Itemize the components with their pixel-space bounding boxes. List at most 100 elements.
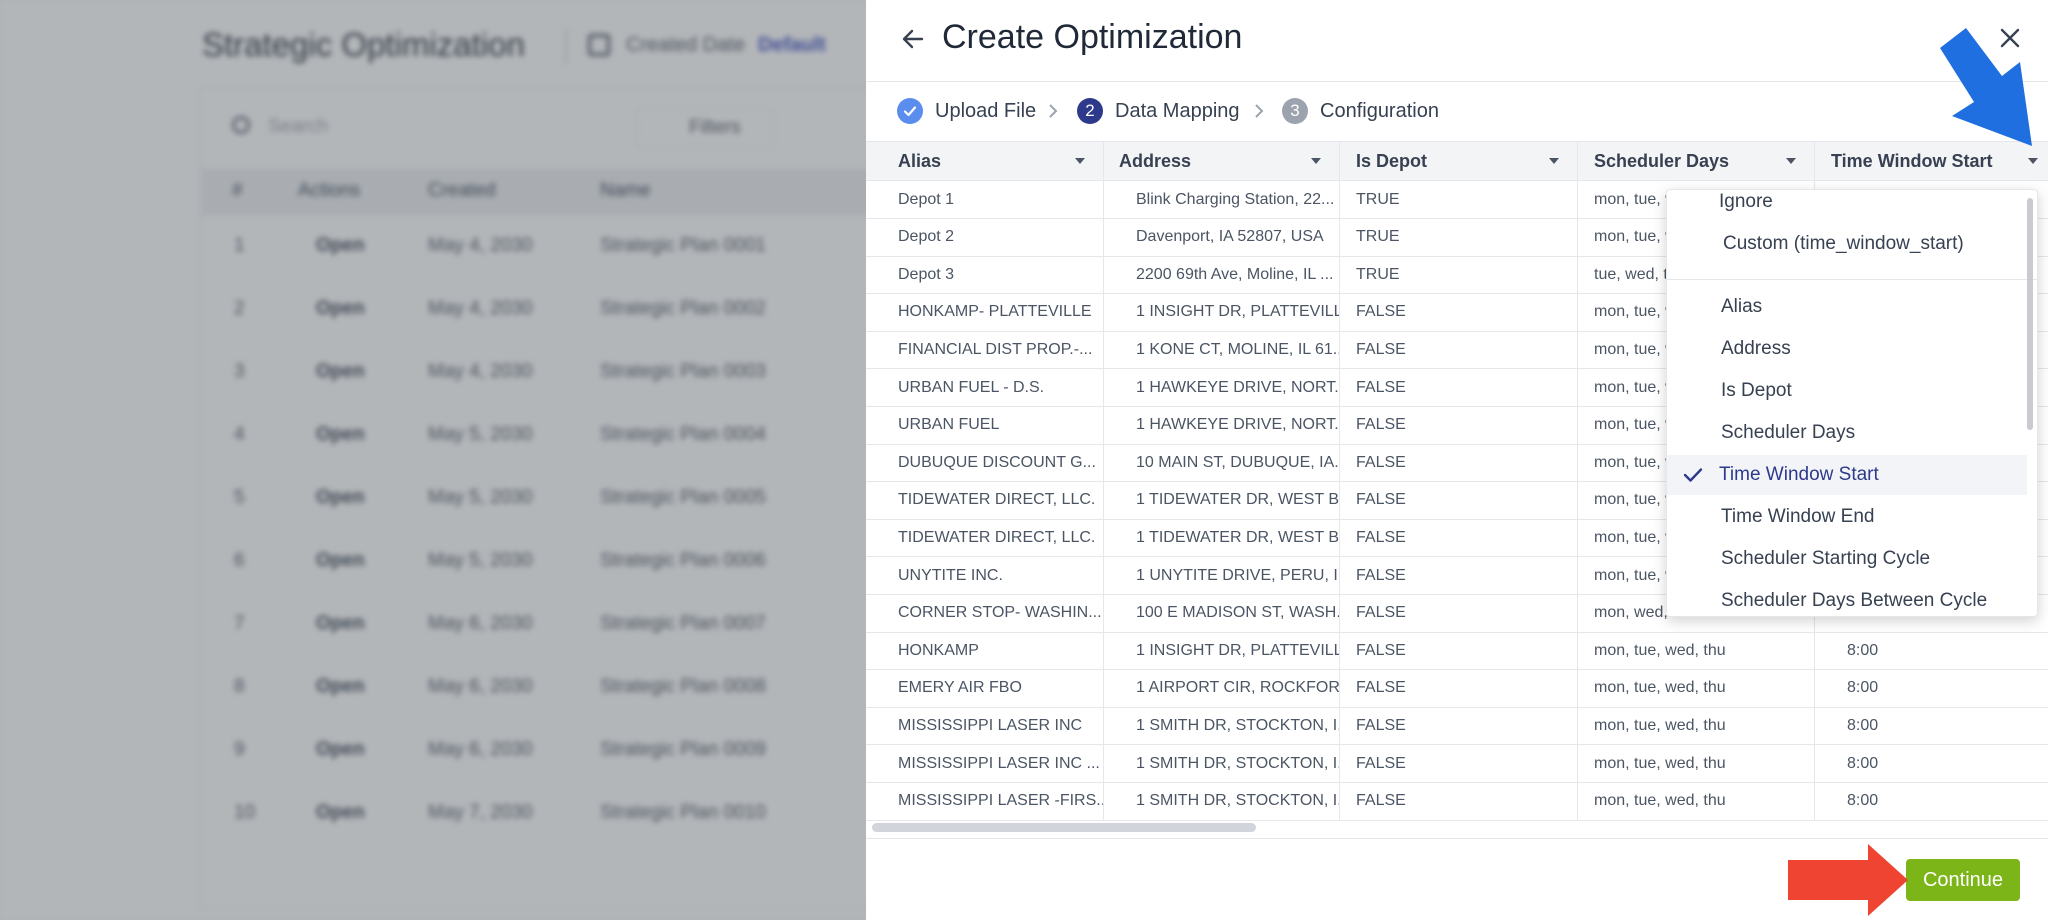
column-header-alias[interactable]: Alias bbox=[866, 141, 1104, 181]
cell-alias: EMERY AIR FBO bbox=[866, 669, 1104, 707]
dropdown-option[interactable]: Scheduler Days Between Cycle bbox=[1667, 581, 2027, 616]
cell-is-depot: FALSE bbox=[1340, 444, 1578, 482]
step-number: 2 bbox=[1077, 98, 1103, 124]
dropdown-option-label: Is Depot bbox=[1721, 380, 1792, 401]
cell-text: 10 MAIN ST, DUBUQUE, IA... bbox=[1136, 453, 1340, 471]
cell-scheduler-days: mon, tue, wed, thu bbox=[1578, 669, 1815, 707]
cell-text: FALSE bbox=[1356, 641, 1406, 659]
back-arrow-icon[interactable] bbox=[900, 26, 926, 52]
cell-text: UNYTITE INC. bbox=[898, 566, 1003, 584]
dropdown-option[interactable]: Alias bbox=[1667, 287, 2027, 327]
cell-is-depot: TRUE bbox=[1340, 256, 1578, 294]
cell-alias: HONKAMP- PLATTEVILLE bbox=[866, 293, 1104, 331]
dropdown-option[interactable]: Scheduler Days bbox=[1667, 413, 2027, 453]
dialog-title: Create Optimization bbox=[942, 18, 1243, 56]
cell-address: 1 AIRPORT CIR, ROCKFOR... bbox=[1104, 669, 1340, 707]
cell-text: URBAN FUEL - D.S. bbox=[898, 378, 1045, 396]
cell-is-depot: FALSE bbox=[1340, 782, 1578, 820]
column-header-address[interactable]: Address bbox=[1104, 141, 1340, 181]
checkmark-icon bbox=[1683, 468, 1703, 482]
step-data-mapping[interactable]: 2 Data Mapping bbox=[1077, 98, 1240, 124]
dropdown-option-label: Address bbox=[1721, 338, 1791, 359]
dropdown-option-label: Ignore bbox=[1719, 191, 1773, 212]
cell-text: mon, tue, wed, thu bbox=[1594, 641, 1726, 659]
dropdown-option[interactable]: Is Depot bbox=[1667, 371, 2027, 411]
cell-text: 1 SMITH DR, STOCKTON, I... bbox=[1136, 716, 1340, 734]
cell-address: 1 TIDEWATER DR, WEST B... bbox=[1104, 519, 1340, 557]
cell-text: 1 INSIGHT DR, PLATTEVILL... bbox=[1136, 641, 1340, 659]
cell-text: HONKAMP bbox=[898, 641, 979, 659]
cell-text: TRUE bbox=[1356, 265, 1400, 283]
dropdown-option-label: Alias bbox=[1721, 296, 1763, 317]
dropdown-option[interactable]: Scheduler Starting Cycle bbox=[1667, 539, 2027, 579]
cell-text: MISSISSIPPI LASER -FIRS... bbox=[898, 792, 1104, 810]
cell-text: 2200 69th Ave, Moline, IL ... bbox=[1136, 265, 1334, 283]
caret-down-icon[interactable] bbox=[1786, 158, 1796, 164]
horizontal-scrollbar-thumb[interactable] bbox=[872, 823, 1256, 832]
caret-down-icon[interactable] bbox=[1075, 158, 1085, 164]
cell-is-depot: TRUE bbox=[1340, 218, 1578, 256]
cell-address: Blink Charging Station, 22... bbox=[1104, 181, 1340, 218]
cell-alias: Depot 3 bbox=[866, 256, 1104, 294]
dropdown-option[interactable]: Time Window Start bbox=[1667, 455, 2027, 495]
modal-overlay[interactable] bbox=[0, 0, 866, 920]
column-header-scheduler-days[interactable]: Scheduler Days bbox=[1578, 141, 1815, 181]
cell-text: HONKAMP- PLATTEVILLE bbox=[898, 303, 1092, 321]
cell-text: FALSE bbox=[1356, 340, 1406, 358]
cell-text: URBAN FUEL bbox=[898, 416, 1000, 434]
annotation-arrow-down-icon bbox=[1940, 28, 2032, 146]
dropdown-scrollbar-thumb[interactable] bbox=[2027, 198, 2033, 430]
cell-address: 1 TIDEWATER DR, WEST B... bbox=[1104, 481, 1340, 519]
cell-text: Blink Charging Station, 22... bbox=[1136, 190, 1335, 208]
caret-down-icon[interactable] bbox=[1549, 158, 1559, 164]
dropdown-option[interactable]: Address bbox=[1667, 329, 2027, 369]
cell-alias: URBAN FUEL bbox=[866, 406, 1104, 444]
cell-text: 1 SMITH DR, STOCKTON, I... bbox=[1136, 792, 1340, 810]
continue-button[interactable]: Continue bbox=[1906, 859, 2020, 901]
caret-down-icon[interactable] bbox=[2028, 158, 2038, 164]
cell-text: 1 UNYTITE DRIVE, PERU, I... bbox=[1136, 566, 1340, 584]
dropdown-option[interactable]: Custom (time_window_start) bbox=[1667, 224, 2027, 264]
cell-alias: MISSISSIPPI LASER -FIRS... bbox=[866, 782, 1104, 820]
cell-address: 10 MAIN ST, DUBUQUE, IA... bbox=[1104, 444, 1340, 482]
column-header-label: Address bbox=[1119, 150, 1192, 171]
cell-time-window-start: 8:00 bbox=[1815, 670, 2048, 707]
cell-alias: DUBUQUE DISCOUNT G... bbox=[866, 444, 1104, 482]
cell-text: FALSE bbox=[1356, 792, 1406, 810]
cell-text: FALSE bbox=[1356, 491, 1406, 509]
cell-text: FALSE bbox=[1356, 303, 1406, 321]
cell-text: TRUE bbox=[1356, 228, 1400, 246]
column-mapping-dropdown[interactable]: Ignore Custom (time_window_start) Alias Add… bbox=[1666, 189, 2038, 617]
column-header-is-depot[interactable]: Is Depot bbox=[1340, 141, 1578, 181]
cell-alias: TIDEWATER DIRECT, LLC. bbox=[866, 481, 1104, 519]
cell-text: mon, tue, wed, thu bbox=[1594, 754, 1726, 772]
dropdown-option-label: Time Window Start bbox=[1719, 464, 1879, 485]
cell-alias: CORNER STOP- WASHIN... bbox=[866, 594, 1104, 632]
cell-alias: UNYTITE INC. bbox=[866, 557, 1104, 594]
cell-address: 100 E MADISON ST, WASH... bbox=[1104, 594, 1340, 632]
cell-is-depot: FALSE bbox=[1340, 369, 1578, 406]
step-upload-file[interactable]: Upload File bbox=[897, 98, 1036, 124]
step-configuration[interactable]: 3 Configuration bbox=[1282, 98, 1439, 124]
cell-text: Depot 2 bbox=[898, 228, 955, 246]
cell-is-depot: FALSE bbox=[1340, 557, 1578, 594]
column-header-label: Alias bbox=[898, 150, 942, 171]
dropdown-option[interactable]: Time Window End bbox=[1667, 497, 2027, 537]
cell-text: Depot 1 bbox=[898, 190, 955, 208]
cell-address: Davenport, IA 52807, USA bbox=[1104, 218, 1340, 256]
cell-text: 1 SMITH DR, STOCKTON, I... bbox=[1136, 754, 1340, 772]
cell-text: CORNER STOP- WASHIN... bbox=[898, 604, 1102, 622]
cell-text: mon, tue, wed, thu bbox=[1594, 716, 1726, 734]
cell-address: 1 SMITH DR, STOCKTON, I... bbox=[1104, 707, 1340, 745]
cell-alias: HONKAMP bbox=[866, 632, 1104, 670]
check-icon bbox=[897, 98, 923, 124]
cell-text: TRUE bbox=[1356, 190, 1400, 208]
dropdown-option[interactable]: Ignore bbox=[1667, 190, 2027, 222]
cell-is-depot: FALSE bbox=[1340, 406, 1578, 444]
cell-text: TIDEWATER DIRECT, LLC. bbox=[898, 528, 1096, 546]
column-header-label: Scheduler Days bbox=[1594, 150, 1730, 171]
cell-text: 8:00 bbox=[1847, 792, 1879, 810]
caret-down-icon[interactable] bbox=[1311, 158, 1321, 164]
cell-text: FALSE bbox=[1356, 716, 1406, 734]
annotation-arrow-right-icon bbox=[1788, 844, 1908, 916]
